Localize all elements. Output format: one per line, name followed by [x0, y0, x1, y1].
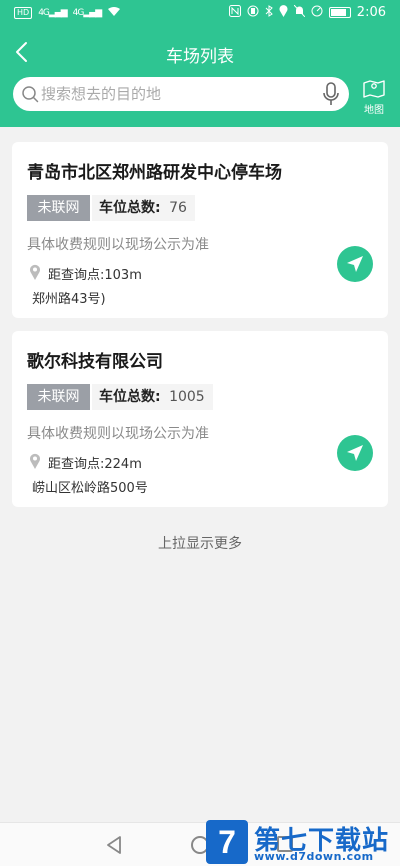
clock: 2:06 — [356, 5, 386, 20]
distance: 距查询点:224m — [48, 457, 142, 472]
signal-icon-2: 4G▂▄▆ — [72, 8, 102, 18]
navigate-button[interactable] — [337, 246, 373, 282]
parking-lot-card[interactable]: 歌尔科技有限公司 未联网 车位总数: 1005 具体收费规则以现场公示为准 距查… — [12, 331, 388, 507]
nfc-icon — [228, 5, 241, 20]
total-spaces-label: 车位总数: — [99, 200, 161, 216]
status-badge: 未联网 — [27, 195, 90, 221]
parking-lot-name: 青岛市北区郑州路研发中心停车场 — [27, 163, 282, 183]
parking-lot-name: 歌尔科技有限公司 — [27, 352, 163, 372]
vibrate-icon — [247, 5, 259, 20]
map-label: 地图 — [364, 105, 384, 116]
fee-rule: 具体收费规则以现场公示为准 — [27, 237, 209, 253]
watermark-logo: 7 — [206, 820, 248, 864]
search-input[interactable] — [41, 77, 311, 111]
mute-icon — [293, 4, 306, 20]
header-bar: HD 4G▂▄▆ 4G▂▄▆ 2:06 车场列表 搜索想去的目的地 地图 — [0, 0, 400, 127]
status-badge: 未联网 — [27, 384, 90, 410]
nav-back-icon[interactable] — [106, 836, 122, 854]
battery-icon — [328, 7, 351, 18]
location-pin-icon — [30, 264, 40, 280]
hd-badge: HD — [14, 7, 33, 19]
location-icon — [279, 5, 288, 20]
microphone-icon[interactable] — [321, 81, 341, 107]
total-spaces: 车位总数: 1005 — [92, 384, 213, 410]
address: 崂山区松岭路500号 — [32, 481, 148, 496]
wifi-icon — [107, 6, 121, 20]
load-more-hint: 上拉显示更多 — [158, 536, 242, 552]
navigation-arrow-icon — [347, 256, 363, 272]
total-spaces-label: 车位总数: — [99, 389, 161, 405]
watermark-url: www.d7down.com — [254, 850, 374, 863]
signal-icon: 4G▂▄▆ — [38, 8, 67, 18]
navigation-arrow-icon — [347, 445, 363, 461]
navigate-button[interactable] — [337, 435, 373, 471]
parking-lot-card[interactable]: 青岛市北区郑州路研发中心停车场 未联网 车位总数: 76 具体收费规则以现场公示… — [12, 142, 388, 318]
total-spaces-value: 1005 — [169, 389, 205, 405]
search-icon — [22, 86, 39, 103]
status-bar: HD 4G▂▄▆ 4G▂▄▆ 2:06 — [0, 0, 400, 28]
search-bar[interactable] — [13, 77, 349, 111]
location-pin-icon — [30, 453, 40, 469]
address: 郑州路43号) — [32, 292, 106, 307]
speed-icon — [311, 5, 323, 20]
bluetooth-icon — [265, 5, 273, 20]
distance: 距查询点:103m — [48, 268, 142, 283]
total-spaces-value: 76 — [169, 200, 187, 216]
map-button[interactable]: 地图 — [358, 77, 390, 117]
page-title: 车场列表 — [166, 47, 234, 67]
watermark: 7 第七下载站 www.d7down.com — [206, 818, 400, 866]
total-spaces: 车位总数: 76 — [92, 195, 195, 221]
fee-rule: 具体收费规则以现场公示为准 — [27, 426, 209, 442]
map-icon — [363, 80, 385, 98]
